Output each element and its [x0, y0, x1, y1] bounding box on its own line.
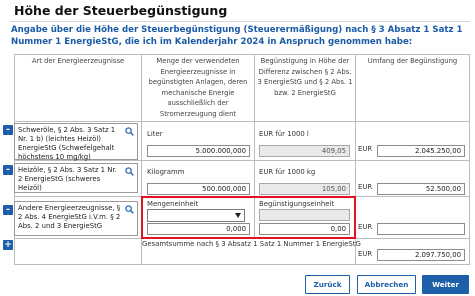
rate-field-2: 105,00 [259, 183, 350, 195]
energy-product-field-3[interactable]: Andere Energieerzeugnisse, § 2 Abs. 4 En… [14, 201, 138, 236]
energy-product-field-1[interactable]: Schweröle, § 2 Abs. 3 Satz 1 Nr. 1 b) (l… [14, 123, 138, 161]
quantity-input-2[interactable]: 500.000,000 [147, 183, 250, 195]
total-unit-label: EUR [358, 250, 373, 258]
total-field: 2.097.750,00 [377, 249, 465, 261]
amount-field-3[interactable] [377, 223, 465, 235]
rate-field-1: 409,05 [259, 145, 350, 157]
quantity-unit-label: Kilogramm [147, 168, 185, 176]
quantity-input-1[interactable]: 5.000.000,000 [147, 145, 250, 157]
header-amount: Umfang der Begünstigung [367, 57, 458, 65]
magnifier-icon[interactable] [125, 127, 134, 136]
energy-product-text: Andere Energieerzeugnisse, § 2 Abs. 4 En… [18, 204, 121, 230]
header-rate: Begünstigung in Höhe der Differenz zwisc… [257, 57, 353, 97]
amount-field-2[interactable]: 52.500,00 [377, 183, 465, 195]
highlight-frame [141, 196, 356, 239]
back-button[interactable]: Zurück [305, 275, 350, 294]
remove-row-2-button[interactable]: - [3, 165, 13, 175]
energy-product-text: Schweröle, § 2 Abs. 3 Satz 1 Nr. 1 b) (l… [18, 126, 116, 161]
remove-row-3-button[interactable]: - [3, 205, 13, 215]
header-quantity: Menge der verwendeten Energieerzeugnisse… [148, 57, 248, 118]
magnifier-icon[interactable] [125, 205, 134, 214]
header-type: Art der Energieerzeugnisse [31, 57, 125, 65]
rate-unit-label: EUR für 1000 l [259, 130, 309, 138]
cancel-button[interactable]: Abbrechen [357, 275, 416, 294]
energy-product-text: Heizöle, § 2 Abs. 3 Satz 1 Nr. 2 Energie… [18, 166, 117, 192]
total-label: Gesamtsumme nach § 3 Absatz 1 Satz 1 Num… [142, 240, 361, 248]
amount-field-1[interactable]: 2.045.250,00 [377, 145, 465, 157]
next-button[interactable]: Weiter [422, 275, 469, 294]
amount-unit-label: EUR [358, 183, 373, 191]
add-row-button[interactable]: + [3, 240, 13, 250]
magnifier-icon[interactable] [125, 167, 134, 176]
energy-product-field-2[interactable]: Heizöle, § 2 Abs. 3 Satz 1 Nr. 2 Energie… [14, 163, 138, 193]
rate-unit-label: EUR für 1000 kg [259, 168, 316, 176]
remove-row-1-button[interactable]: - [3, 125, 13, 135]
quantity-unit-label: Liter [147, 130, 163, 138]
amount-unit-label: EUR [358, 145, 373, 153]
amount-unit-label: EUR [358, 223, 373, 231]
